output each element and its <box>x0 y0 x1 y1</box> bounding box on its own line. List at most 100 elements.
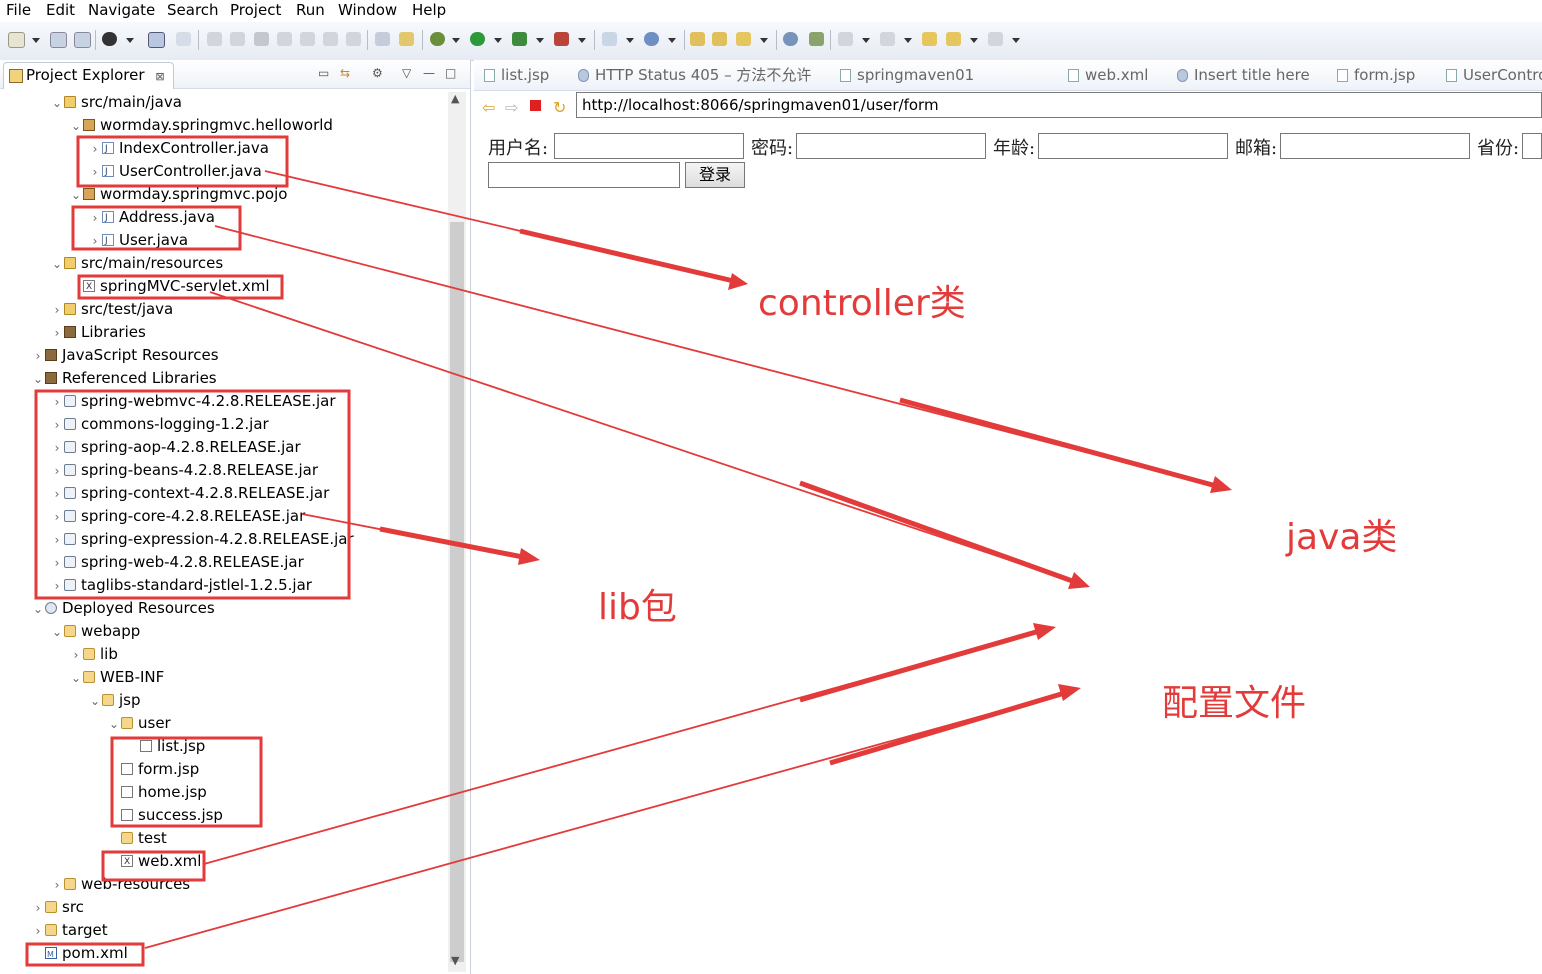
tab-http-status-405[interactable]: HTTP Status 405 – 方法不允许 <box>578 60 811 90</box>
collapsed-twistie-icon[interactable]: › <box>50 414 64 437</box>
tab-web-xml[interactable]: web.xml <box>1068 60 1148 90</box>
collapsed-twistie-icon[interactable]: › <box>31 345 45 368</box>
tree-item[interactable]: › commons-logging-1.2.jar <box>50 413 269 436</box>
tree-item[interactable]: web.xml <box>107 850 201 874</box>
tree-item[interactable]: › IndexController.java <box>88 137 269 161</box>
expanded-twistie-icon[interactable]: ⌄ <box>69 667 83 690</box>
tree-item[interactable]: ⌄ wormday.springmvc.helloworld <box>69 114 333 137</box>
run-dropdown-icon[interactable] <box>494 38 502 43</box>
scroll-down-icon[interactable]: ▼ <box>451 954 459 967</box>
extra-input[interactable] <box>488 162 680 188</box>
menu-search[interactable]: Search <box>167 1 219 19</box>
browser-globe-icon[interactable] <box>783 32 798 46</box>
open-folder-icon[interactable] <box>690 32 705 46</box>
menu-navigate[interactable]: Navigate <box>88 1 155 19</box>
tree-item[interactable]: › spring-aop-4.2.8.RELEASE.jar <box>50 436 301 459</box>
expanded-twistie-icon[interactable]: ⌄ <box>31 598 45 621</box>
collapsed-twistie-icon[interactable]: › <box>88 138 102 161</box>
tree-item[interactable]: ⌄ user <box>107 712 171 735</box>
collapsed-twistie-icon[interactable]: › <box>88 207 102 230</box>
tree-item[interactable]: ⌄ webapp <box>50 620 140 643</box>
collapsed-twistie-icon[interactable]: › <box>50 529 64 552</box>
last-edit-icon[interactable] <box>922 32 937 46</box>
new-java-class-icon[interactable] <box>644 32 659 46</box>
menu-project[interactable]: Project <box>230 1 281 19</box>
collapsed-twistie-icon[interactable]: › <box>88 161 102 184</box>
next-annotation-dropdown-icon[interactable] <box>862 38 870 43</box>
tab-list-jsp[interactable]: list.jsp <box>484 60 549 90</box>
skip-breakpoints-icon[interactable] <box>176 32 191 46</box>
tree-item[interactable]: ⌄ WEB-INF <box>69 666 164 689</box>
expanded-twistie-icon[interactable]: ⌄ <box>31 368 45 391</box>
collapsed-twistie-icon[interactable]: › <box>50 299 64 322</box>
back-arrow-icon[interactable]: ⇦ <box>482 98 495 117</box>
open-task-icon[interactable] <box>399 32 414 46</box>
prev-annotation-dropdown-icon[interactable] <box>904 38 912 43</box>
tree-item[interactable]: pom.xml <box>31 942 128 966</box>
project-explorer-tab[interactable]: Project Explorer ⊠ <box>3 62 174 89</box>
save-all-icon[interactable] <box>74 32 91 48</box>
search-refresh-icon[interactable] <box>809 32 824 46</box>
tree-item[interactable]: › Libraries <box>50 321 146 344</box>
tab-springmaven01[interactable]: springmaven01 <box>840 60 974 90</box>
collapsed-twistie-icon[interactable]: › <box>50 322 64 345</box>
menu-edit[interactable]: Edit <box>46 1 75 19</box>
tab-form-jsp[interactable]: form.jsp <box>1337 60 1415 90</box>
expanded-twistie-icon[interactable]: ⌄ <box>69 184 83 207</box>
open-type-icon[interactable] <box>375 32 390 46</box>
run-server-dropdown-icon[interactable] <box>536 38 544 43</box>
tree-item[interactable]: ⌄ Deployed Resources <box>31 597 215 620</box>
collapsed-twistie-icon[interactable]: › <box>31 897 45 920</box>
tree-item[interactable]: › src <box>31 896 84 919</box>
tree-item[interactable]: ⌄ jsp <box>88 689 141 712</box>
run-icon[interactable] <box>470 32 485 46</box>
terminate-icon[interactable] <box>254 32 269 46</box>
step-return-icon[interactable] <box>346 32 361 46</box>
tree-item[interactable]: › src/test/java <box>50 298 174 322</box>
open-project-icon[interactable] <box>712 32 727 46</box>
menu-run[interactable]: Run <box>296 1 325 19</box>
tree-item[interactable]: › lib <box>69 643 118 666</box>
tree-item[interactable]: list.jsp <box>126 735 205 758</box>
expanded-twistie-icon[interactable]: ⌄ <box>50 621 64 644</box>
tree-item[interactable]: ⌄ src/main/java <box>50 91 182 114</box>
new-web-project-dropdown-icon[interactable] <box>626 38 634 43</box>
tree-item[interactable]: ⌄ src/main/resources <box>50 252 223 275</box>
new-java-class-dropdown-icon[interactable] <box>668 38 676 43</box>
maximize-icon[interactable]: □ <box>445 66 456 80</box>
expanded-twistie-icon[interactable]: ⌄ <box>50 253 64 276</box>
collapsed-twistie-icon[interactable]: › <box>50 575 64 598</box>
new-dropdown-icon[interactable] <box>32 38 40 43</box>
tree-item[interactable]: test <box>107 827 167 850</box>
tree-item[interactable]: › target <box>31 919 108 942</box>
tree-item[interactable]: › web-resources <box>50 873 191 896</box>
new-icon[interactable] <box>8 32 25 48</box>
tree-item[interactable]: springMVC-servlet.xml <box>69 275 270 299</box>
minimize-icon[interactable]: — <box>423 66 435 80</box>
scroll-up-icon[interactable]: ▲ <box>451 92 459 105</box>
tree-item[interactable]: › taglibs-standard-jstlel-1.2.5.jar <box>50 574 312 597</box>
close-icon[interactable]: ⊠ <box>155 70 164 83</box>
tree-item[interactable]: › User.java <box>88 229 188 253</box>
collapsed-twistie-icon[interactable]: › <box>50 460 64 483</box>
collapsed-twistie-icon[interactable]: › <box>50 391 64 414</box>
suspend-icon[interactable] <box>230 32 245 46</box>
stop-icon[interactable] <box>530 100 541 111</box>
collapsed-twistie-icon[interactable]: › <box>31 920 45 943</box>
run-server-icon[interactable] <box>512 32 527 46</box>
resume-icon[interactable] <box>207 32 222 46</box>
collapsed-twistie-icon[interactable]: › <box>50 437 64 460</box>
expanded-twistie-icon[interactable]: ⌄ <box>88 690 102 713</box>
menu-file[interactable]: File <box>6 1 31 19</box>
tree-item[interactable]: › spring-webmvc-4.2.8.RELEASE.jar <box>50 390 336 413</box>
expanded-twistie-icon[interactable]: ⌄ <box>50 92 64 115</box>
tree-item[interactable]: › UserController.java <box>88 160 262 184</box>
new-web-project-icon[interactable] <box>602 32 617 46</box>
tree-item[interactable]: › JavaScript Resources <box>31 344 219 367</box>
tree-item[interactable]: ⌄ wormday.springmvc.pojo <box>69 183 287 206</box>
url-input[interactable]: http://localhost:8066/springmaven01/user… <box>576 92 1542 118</box>
external-tools-dropdown-icon[interactable] <box>578 38 586 43</box>
expanded-twistie-icon[interactable]: ⌄ <box>69 115 83 138</box>
refresh-icon[interactable]: ↻ <box>553 98 566 117</box>
step-into-icon[interactable] <box>300 32 315 46</box>
